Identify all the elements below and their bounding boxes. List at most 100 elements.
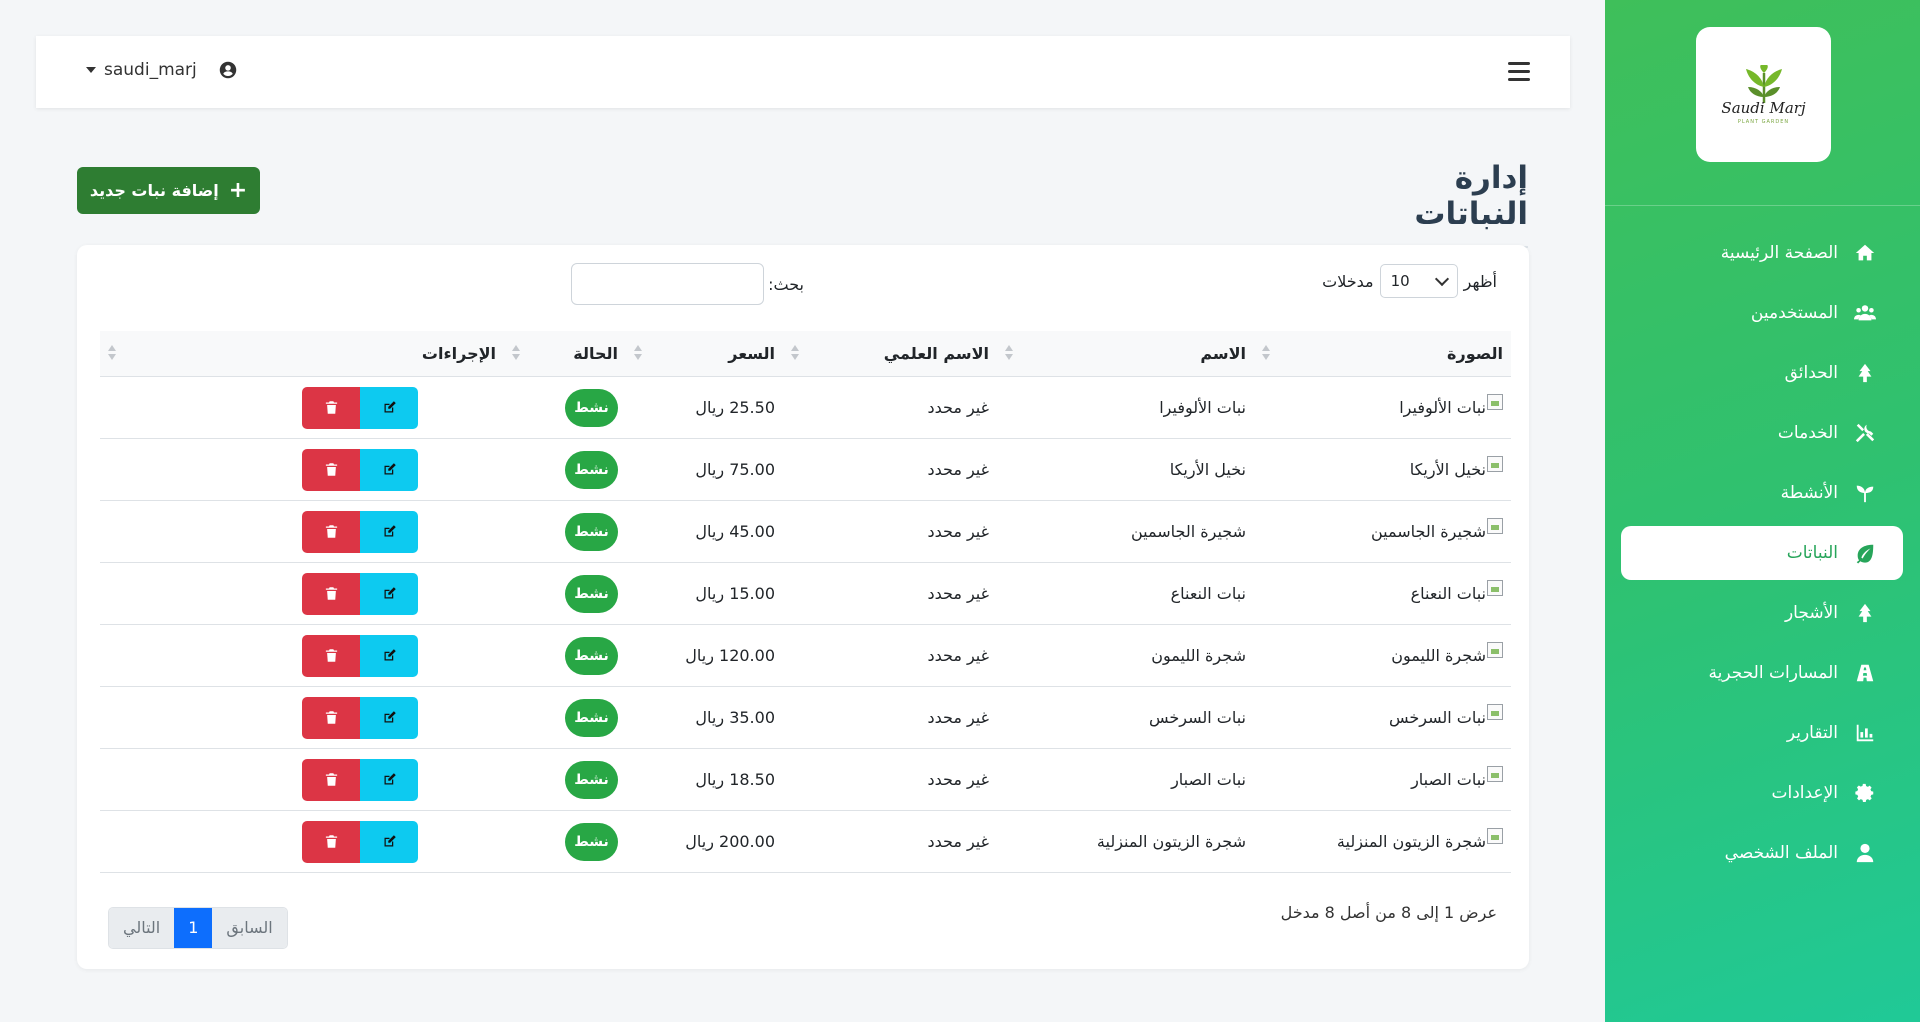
name-cell: نبات الألوفيرا [997, 376, 1254, 439]
tree-icon [1852, 600, 1878, 626]
price-cell: 45.00 ريال [626, 500, 783, 563]
logo-title: Saudi Marj [1721, 98, 1806, 117]
delete-button[interactable] [302, 696, 360, 739]
delete-button[interactable] [302, 386, 360, 429]
chevron-down-icon [1434, 271, 1449, 287]
status-badge: نشط [565, 450, 618, 489]
edit-icon [382, 462, 397, 477]
delete-button[interactable] [302, 820, 360, 863]
search-input[interactable] [571, 263, 765, 305]
tree-icon [1852, 360, 1878, 386]
page-1-button[interactable]: 1 [174, 908, 213, 948]
plants-card: أظهر 10 مدخلات بحث: الصورة الاسم الاسم الع… [77, 245, 1529, 969]
edit-icon [382, 710, 397, 725]
sidebar-item-4[interactable]: الأنشطة [1621, 466, 1903, 520]
column-header-3[interactable]: السعر [626, 331, 783, 377]
trash-icon [324, 524, 339, 539]
broken-image-icon [1487, 827, 1503, 844]
price-cell: 120.00 ريال [626, 624, 783, 687]
column-header-0[interactable]: الصورة [1254, 331, 1511, 377]
image-alt-text: نبات النعناع [1410, 583, 1486, 603]
edit-button[interactable] [360, 386, 418, 429]
sidebar-item-7[interactable]: المسارات الحجرية [1621, 646, 1903, 700]
add-plant-button[interactable]: + إضافة نبات جديد [77, 167, 260, 214]
sidebar-item-3[interactable]: الخدمات [1621, 406, 1903, 460]
table-row: نبات الألوفيرا نبات الألوفيرا غير محدد 25.5… [100, 376, 1511, 439]
scientific-name-cell: غير محدد [783, 376, 997, 439]
name-cell: نبات النعناع [997, 562, 1254, 625]
sidebar-nav: الصفحة الرئيسية المستخدمين الحدائق الخدمات ا… [1621, 226, 1903, 886]
broken-image-icon [1487, 579, 1503, 596]
price-cell: 15.00 ريال [626, 562, 783, 625]
price-cell: 18.50 ريال [626, 748, 783, 811]
table-row: شجيرة الجاسمين شجيرة الجاسمين غير محدد 45.0… [100, 500, 1511, 563]
entries-label: مدخلات [1322, 271, 1374, 291]
edit-button[interactable] [360, 510, 418, 553]
road-icon [1852, 660, 1878, 686]
delete-button[interactable] [302, 510, 360, 553]
status-cell: نشط [504, 438, 626, 501]
sidebar-item-5[interactable]: النباتات [1621, 526, 1903, 580]
user-menu[interactable]: saudi_marj [86, 60, 237, 80]
column-header-2[interactable]: الاسم العلمي [783, 331, 997, 377]
trash-icon [324, 772, 339, 787]
status-cell: نشط [504, 376, 626, 439]
sidebar-item-0[interactable]: الصفحة الرئيسية [1621, 226, 1903, 280]
edit-icon [382, 772, 397, 787]
status-badge: نشط [565, 512, 618, 551]
actions-cell [100, 810, 504, 873]
column-header-5[interactable]: الإجراءات [100, 331, 504, 377]
edit-button[interactable] [360, 820, 418, 863]
column-header-1[interactable]: الاسم [997, 331, 1254, 377]
sidebar-item-label: الأنشطة [1780, 483, 1838, 503]
image-cell: شجرة الزيتون المنزلية [1254, 810, 1511, 873]
column-header-4[interactable]: الحالة [504, 331, 626, 377]
scientific-name-cell: غير محدد [783, 562, 997, 625]
broken-image-icon [1487, 455, 1503, 472]
delete-button[interactable] [302, 448, 360, 491]
sidebar-item-label: النباتات [1786, 543, 1838, 563]
delete-button[interactable] [302, 572, 360, 615]
edit-button[interactable] [360, 572, 418, 615]
edit-button[interactable] [360, 634, 418, 677]
column-header-label: الاسم [1200, 344, 1246, 363]
next-page-button[interactable]: التالي [109, 908, 175, 948]
image-alt-text: نبات الصبار [1411, 769, 1486, 789]
price-cell: 200.00 ريال [626, 810, 783, 873]
sidebar-item-10[interactable]: الملف الشخصي [1621, 826, 1903, 880]
sidebar-item-9[interactable]: الإعدادات [1621, 766, 1903, 820]
sidebar-item-label: الخدمات [1777, 423, 1838, 443]
edit-button[interactable] [360, 758, 418, 801]
column-header-label: السعر [728, 344, 775, 363]
sidebar-item-label: الملف الشخصي [1724, 843, 1838, 863]
broken-image-icon [1487, 765, 1503, 782]
prev-page-button[interactable]: السابق [212, 908, 287, 948]
logo-area: Saudi Marj PLANT GARDEN [1605, 0, 1920, 206]
edit-icon [382, 648, 397, 663]
table-body: نبات الألوفيرا نبات الألوفيرا غير محدد 25.5… [100, 376, 1511, 873]
sidebar-item-2[interactable]: الحدائق [1621, 346, 1903, 400]
column-header-label: الصورة [1447, 344, 1503, 363]
edit-icon [382, 524, 397, 539]
column-header-label: الاسم العلمي [883, 344, 989, 363]
table-row: نبات النعناع نبات النعناع غير محدد 15.00 ري… [100, 562, 1511, 625]
name-cell: شجيرة الجاسمين [997, 500, 1254, 563]
delete-button[interactable] [302, 758, 360, 801]
sidebar-item-8[interactable]: التقارير [1621, 706, 1903, 760]
scientific-name-cell: غير محدد [783, 810, 997, 873]
edit-button[interactable] [360, 696, 418, 739]
brand-logo[interactable]: Saudi Marj PLANT GARDEN [1696, 27, 1831, 162]
sidebar-item-label: الأشجار [1784, 603, 1838, 623]
status-badge: نشط [565, 574, 618, 613]
scientific-name-cell: غير محدد [783, 624, 997, 687]
sidebar-item-6[interactable]: الأشجار [1621, 586, 1903, 640]
sidebar-item-label: الإعدادات [1771, 783, 1838, 803]
sidebar-item-label: المسارات الحجرية [1708, 663, 1839, 683]
status-cell: نشط [504, 624, 626, 687]
menu-toggle-icon[interactable] [1508, 62, 1530, 82]
page-length-select[interactable]: 10 [1379, 264, 1458, 298]
edit-button[interactable] [360, 448, 418, 491]
delete-button[interactable] [302, 634, 360, 677]
sidebar-item-1[interactable]: المستخدمين [1621, 286, 1903, 340]
name-cell: نبات الصبار [997, 748, 1254, 811]
